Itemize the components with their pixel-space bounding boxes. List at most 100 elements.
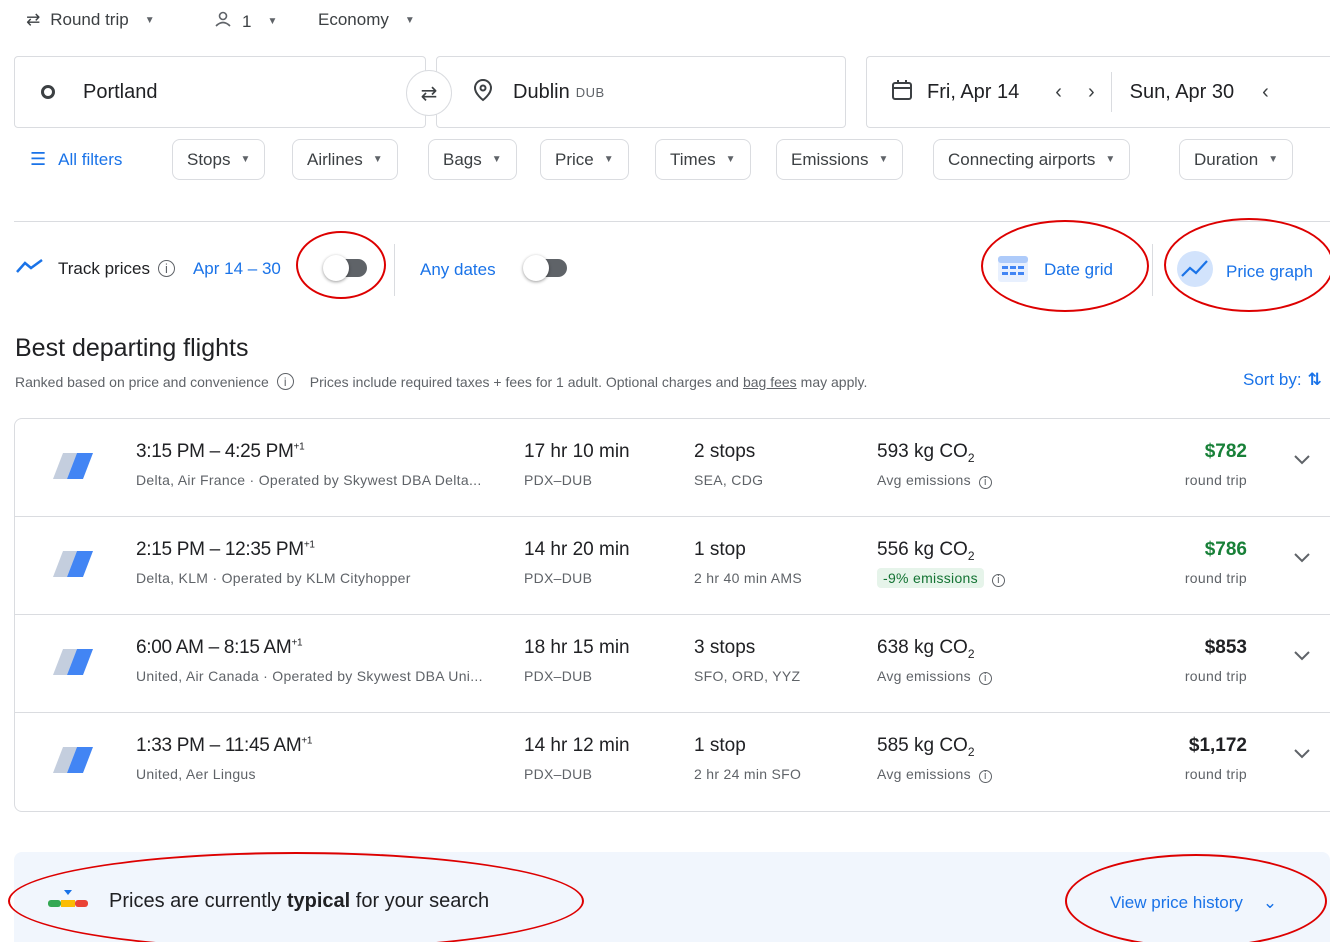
bags-filter-chip[interactable]: Bags ▼ — [428, 139, 517, 180]
flight-route: PDX–DUB — [524, 766, 593, 782]
price-type: round trip — [1184, 668, 1247, 684]
flight-row[interactable]: 3:15 PM – 4:25 PM+1 Delta, Air France · … — [15, 419, 1330, 517]
airline-logo-icon — [51, 451, 95, 481]
connecting-airports-filter-chip[interactable]: Connecting airports ▼ — [933, 139, 1131, 180]
flight-times: 2:15 PM – 12:35 PM+1 — [136, 539, 315, 561]
trip-type-dropdown[interactable]: ⇄ Round trip ▼ — [26, 10, 155, 30]
stop-count: 2 stops — [694, 441, 756, 462]
flight-row[interactable]: 6:00 AM – 8:15 AM+1 United, Air Canada ·… — [15, 615, 1330, 713]
stop-details: SFO, ORD, YYZ — [694, 668, 801, 684]
info-icon[interactable]: i — [978, 475, 992, 489]
chip-label: Connecting airports — [948, 149, 1096, 169]
flight-price: $853 — [1204, 637, 1247, 658]
info-icon[interactable]: i — [991, 573, 1005, 587]
sort-icon: ⇅ — [1307, 370, 1322, 389]
price-note-end: may apply. — [800, 373, 868, 390]
view-price-history-button[interactable]: View price history ⌄ — [1110, 893, 1277, 913]
date-grid-button[interactable]: Date grid — [996, 250, 1113, 289]
depart-date[interactable]: Fri, Apr 14 — [927, 81, 1019, 104]
price-graph-label: Price graph — [1226, 261, 1313, 281]
co2-amount: 585 kg CO2 — [877, 735, 975, 759]
all-filters-button[interactable]: ☰ All filters — [30, 149, 122, 170]
airline-names: United, Aer Lingus — [136, 766, 256, 782]
price-insights-banner: Prices are currently typical for your se… — [14, 852, 1330, 942]
toggle-knob — [523, 255, 549, 281]
prev-depart-date-icon[interactable]: ‹ — [1055, 81, 1062, 104]
flight-duration: 17 hr 10 min — [524, 441, 630, 462]
co2-subscript: 2 — [967, 548, 975, 563]
destination-field[interactable]: Dublin DUB — [436, 56, 846, 128]
price-filter-chip[interactable]: Price ▼ — [540, 139, 629, 180]
co2-amount: 556 kg CO2 — [877, 539, 975, 563]
chevron-down-icon[interactable] — [1293, 649, 1311, 667]
chevron-down-icon: ▼ — [1105, 154, 1116, 165]
chevron-down-icon[interactable] — [1293, 551, 1311, 569]
date-divider — [1110, 72, 1112, 112]
flight-price: $1,172 — [1188, 735, 1247, 756]
emissions-label: -9% emissions — [877, 568, 984, 588]
price-level-icon — [48, 890, 88, 913]
chip-label: Emissions — [791, 149, 869, 169]
chip-label: Stops — [187, 149, 231, 169]
stop-count: 3 stops — [694, 637, 756, 658]
date-range-field[interactable]: Fri, Apr 14 ‹ › Sun, Apr 30 ‹ — [866, 56, 1330, 128]
next-day-marker: +1 — [293, 441, 305, 453]
tracking-divider — [394, 244, 395, 296]
prev-return-date-icon[interactable]: ‹ — [1262, 81, 1269, 104]
bag-fees-link[interactable]: bag fees — [743, 374, 797, 390]
chevron-down-icon: ▼ — [267, 16, 278, 27]
flight-row[interactable]: 2:15 PM – 12:35 PM+1 Delta, KLM · Operat… — [15, 517, 1330, 615]
airline-logo-icon — [51, 745, 95, 775]
flight-results-list: 3:15 PM – 4:25 PM+1 Delta, Air France · … — [14, 418, 1330, 812]
stops-filter-chip[interactable]: Stops ▼ — [172, 139, 266, 180]
chip-label: Bags — [443, 149, 482, 169]
any-dates-toggle[interactable] — [523, 255, 567, 281]
price-type: round trip — [1184, 570, 1247, 586]
chip-label: Airlines — [307, 149, 363, 169]
chevron-down-icon[interactable] — [1293, 747, 1311, 765]
flight-times: 3:15 PM – 4:25 PM+1 — [136, 441, 305, 463]
emissions-filter-chip[interactable]: Emissions ▼ — [776, 139, 904, 180]
airline-names: Delta, KLM · Operated by KLM Cityhopper — [136, 570, 411, 586]
insight-post: for your search — [355, 890, 490, 912]
chevron-down-icon[interactable] — [1293, 453, 1311, 471]
info-icon[interactable]: i — [978, 671, 992, 685]
price-graph-button[interactable]: Price graph — [1176, 250, 1313, 293]
flight-route: PDX–DUB — [524, 668, 593, 684]
stop-count: 1 stop — [694, 735, 746, 756]
insight-level: typical — [286, 890, 351, 912]
co2-subscript: 2 — [967, 646, 975, 661]
flight-row[interactable]: 1:33 PM – 11:45 AM+1 United, Aer Lingus … — [15, 713, 1330, 811]
info-icon[interactable]: i — [978, 769, 992, 783]
filter-sliders-icon: ☰ — [30, 149, 47, 169]
info-icon[interactable]: i — [157, 260, 175, 277]
chip-label: Times — [670, 149, 716, 169]
airlines-filter-chip[interactable]: Airlines ▼ — [292, 139, 398, 180]
sort-by-button[interactable]: Sort by: ⇅ — [1243, 370, 1322, 390]
passenger-count: 1 — [242, 11, 252, 31]
flight-route: PDX–DUB — [524, 570, 593, 586]
co2-value: 593 kg CO — [877, 441, 968, 462]
duration-filter-chip[interactable]: Duration ▼ — [1179, 139, 1294, 180]
flight-times: 1:33 PM – 11:45 AM+1 — [136, 735, 312, 757]
trip-type-label: Round trip — [50, 10, 129, 29]
date-grid-label: Date grid — [1044, 259, 1113, 279]
times-filter-chip[interactable]: Times ▼ — [655, 139, 751, 180]
info-icon[interactable]: i — [276, 373, 294, 390]
track-prices-toggle[interactable] — [323, 255, 367, 281]
track-date-range: Apr 14 – 30 — [192, 258, 281, 278]
passengers-dropdown[interactable]: 1 ▼ — [214, 10, 277, 33]
time-range: 3:15 PM – 4:25 PM — [136, 441, 294, 462]
swap-button[interactable]: ⇄ — [406, 70, 452, 116]
view-divider — [1152, 244, 1153, 296]
cabin-class-dropdown[interactable]: Economy ▼ — [318, 10, 415, 30]
next-depart-date-icon[interactable]: › — [1088, 81, 1095, 104]
insight-pre: Prices are currently — [109, 890, 282, 912]
origin-field[interactable]: Portland — [14, 56, 426, 128]
chevron-down-icon: ▼ — [240, 154, 251, 165]
price-insight-text: Prices are currently typical for your se… — [109, 890, 489, 913]
co2-amount: 638 kg CO2 — [877, 637, 975, 661]
trend-line-icon — [16, 258, 44, 279]
price-note: Prices include required taxes + fees for… — [309, 373, 739, 390]
return-date[interactable]: Sun, Apr 30 — [1130, 81, 1235, 104]
